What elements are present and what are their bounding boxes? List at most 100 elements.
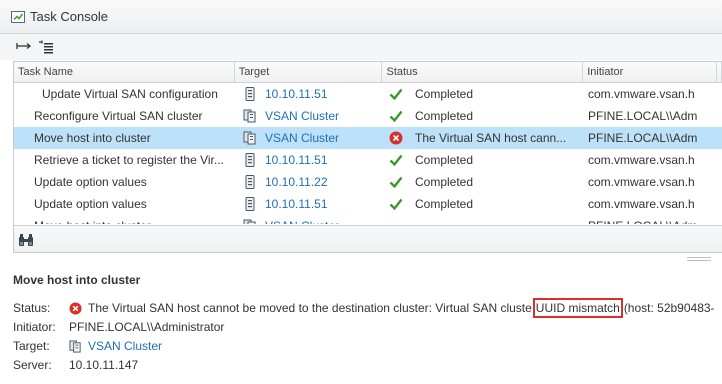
- task-name: Move host into cluster: [34, 219, 151, 224]
- table-row[interactable]: Update option values 10.10.11.51 Completed…: [14, 193, 722, 215]
- target-link[interactable]: VSAN Cluster: [265, 219, 339, 224]
- cluster-icon: [243, 109, 257, 123]
- checkmark-icon: [389, 175, 403, 189]
- status-text: The Virtual SAN host cann...: [415, 131, 567, 145]
- target-cell: VSAN Cluster: [235, 215, 383, 224]
- table-row[interactable]: Move host into cluster VSAN Cluster The Vi…: [14, 127, 722, 149]
- target-link[interactable]: 10.10.11.22: [265, 175, 328, 189]
- task-grid: Task Name Target Status Initiator Update…: [13, 61, 722, 253]
- status-label: Status:: [13, 301, 51, 315]
- target-link[interactable]: VSAN Cluster: [88, 339, 162, 353]
- initiator-text: com.vmware.vsan.h: [588, 175, 695, 189]
- status-cell: Completed: [383, 193, 584, 215]
- binoculars-icon[interactable]: [18, 233, 34, 247]
- task-name-cell: Move host into cluster: [14, 215, 235, 224]
- expand-list-button[interactable]: [36, 38, 56, 56]
- task-name: Update Virtual SAN configuration: [42, 87, 218, 101]
- grid-header: Task Name Target Status Initiator: [14, 62, 722, 83]
- table-row[interactable]: Move host into cluster VSAN Cluster PFINE.…: [14, 215, 722, 224]
- grid-footer: [14, 225, 722, 252]
- status-text: Completed: [415, 87, 474, 101]
- splitter-grip-icon[interactable]: [687, 257, 711, 261]
- status-text: Completed: [415, 153, 474, 167]
- initiator-cell: PFINE.LOCAL\\Adm: [584, 105, 718, 127]
- column-header-target[interactable]: Target: [235, 62, 383, 82]
- title-bar: Task Console: [0, 0, 722, 34]
- uuid-mismatch-highlight: UUID mismatch: [532, 298, 623, 318]
- target-cell: 10.10.11.51: [235, 83, 383, 105]
- details-target-row: Target: VSAN Cluster: [13, 337, 162, 355]
- window-title: Task Console: [30, 9, 109, 24]
- panel-splitter[interactable]: [0, 253, 722, 265]
- task-name-cell: Reconfigure Virtual SAN cluster: [14, 105, 235, 127]
- host-icon: [243, 87, 257, 101]
- initiator-text: PFINE.LOCAL\\Adm: [588, 219, 697, 224]
- cluster-icon: [69, 339, 81, 353]
- column-header-status[interactable]: Status: [382, 62, 584, 82]
- column-header-task-name[interactable]: Task Name: [14, 62, 235, 82]
- target-link[interactable]: 10.10.11.51: [265, 197, 328, 211]
- table-row[interactable]: Update option values 10.10.11.22 Completed…: [14, 171, 722, 193]
- task-name-cell: Move host into cluster: [14, 127, 235, 149]
- target-cell: VSAN Cluster: [235, 105, 383, 127]
- grid-rows: Update Virtual SAN configuration 10.10.11…: [14, 83, 722, 224]
- status-cell: Completed: [383, 83, 584, 105]
- status-cell: Completed: [383, 105, 584, 127]
- table-row[interactable]: Reconfigure Virtual SAN cluster VSAN Clus…: [14, 105, 722, 127]
- target-label: Target:: [13, 339, 50, 353]
- target-link[interactable]: VSAN Cluster: [265, 109, 339, 123]
- table-row[interactable]: Retrieve a ticket to register the Vir...…: [14, 149, 722, 171]
- target-cell: 10.10.11.22: [235, 171, 383, 193]
- target-cell: 10.10.11.51: [235, 149, 383, 171]
- host-icon: [243, 197, 257, 211]
- server-value: 10.10.11.147: [69, 358, 139, 372]
- task-console-icon: [11, 10, 25, 23]
- status-cell: [383, 215, 584, 224]
- error-icon: [389, 131, 403, 145]
- task-name-cell: Update Virtual SAN configuration: [14, 83, 235, 105]
- initiator-text: com.vmware.vsan.h: [588, 153, 695, 167]
- initiator-cell: PFINE.LOCAL\\Adm: [584, 215, 718, 224]
- initiator-text: PFINE.LOCAL\\Adm: [588, 131, 698, 145]
- task-name: Retrieve a ticket to register the Vir...: [34, 153, 224, 167]
- initiator-cell: com.vmware.vsan.h: [584, 149, 718, 171]
- collapse-all-button[interactable]: [14, 38, 34, 56]
- task-name: Update option values: [34, 197, 147, 211]
- collapse-all-icon: [16, 43, 31, 49]
- initiator-text: com.vmware.vsan.h: [588, 87, 695, 101]
- status-text: Completed: [415, 197, 474, 211]
- column-header-initiator[interactable]: Initiator: [583, 62, 718, 82]
- details-initiator-row: Initiator: PFINE.LOCAL\\Administrator: [13, 318, 224, 336]
- checkmark-icon: [389, 87, 403, 101]
- toolbar: [0, 34, 722, 60]
- cluster-icon: [243, 219, 257, 224]
- details-server-row: Server: 10.10.11.147: [13, 356, 138, 374]
- host-icon: [243, 175, 257, 189]
- initiator-value: PFINE.LOCAL\\Administrator: [69, 320, 225, 334]
- checkmark-icon: [389, 197, 403, 211]
- status-message-tail: (host: 52b90483-: [623, 301, 715, 315]
- server-label: Server:: [13, 358, 52, 372]
- initiator-cell: com.vmware.vsan.h: [584, 193, 718, 215]
- task-name-cell: Retrieve a ticket to register the Vir...: [14, 149, 235, 171]
- initiator-cell: PFINE.LOCAL\\Adm: [584, 127, 718, 149]
- table-row[interactable]: Update Virtual SAN configuration 10.10.11…: [14, 83, 722, 105]
- target-link[interactable]: VSAN Cluster: [265, 131, 339, 145]
- status-cell: Completed: [383, 149, 584, 171]
- target-cell: VSAN Cluster: [235, 127, 383, 149]
- status-text: Completed: [415, 109, 474, 123]
- target-link[interactable]: 10.10.11.51: [265, 153, 328, 167]
- host-icon: [243, 153, 257, 167]
- target-link[interactable]: 10.10.11.51: [265, 87, 328, 101]
- status-cell: The Virtual SAN host cann...: [383, 127, 584, 149]
- initiator-text: PFINE.LOCAL\\Adm: [588, 109, 698, 123]
- checkmark-icon: [389, 109, 403, 123]
- target-cell: 10.10.11.51: [235, 193, 383, 215]
- task-name-cell: Update option values: [14, 171, 235, 193]
- status-cell: Completed: [383, 171, 584, 193]
- initiator-cell: com.vmware.vsan.h: [584, 171, 718, 193]
- status-message: The Virtual SAN host cannot be moved to …: [88, 301, 532, 315]
- details-title: Move host into cluster: [13, 273, 141, 287]
- task-name: Move host into cluster: [34, 131, 151, 145]
- cluster-icon: [243, 131, 257, 145]
